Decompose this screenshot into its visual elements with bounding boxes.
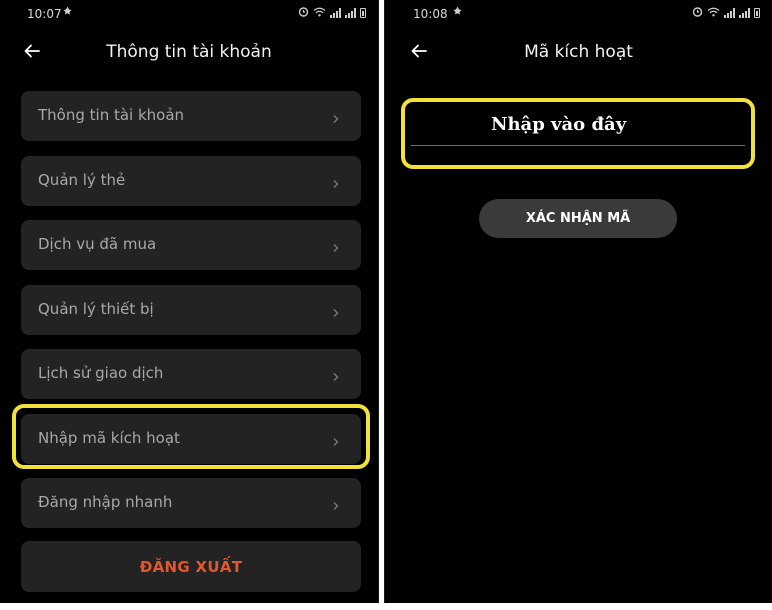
chevron-right-icon [332,497,340,510]
chevron-right-icon [332,304,340,317]
signal-icon [724,8,735,18]
account-info-screen: 10:07 Thông tin tài khoản Thông tin tài … [0,0,379,603]
logout-button[interactable]: ĐĂNG XUẤT [21,541,361,592]
notification-icon [63,6,72,20]
menu-item-quick-login[interactable]: Đăng nhập nhanh [21,478,361,528]
page-title: Thông tin tài khoản [106,42,272,62]
alarm-icon [298,6,309,20]
chevron-right-icon [332,368,340,381]
status-bar: 10:07 [0,5,378,23]
menu-item-enter-activation-code[interactable]: Nhập mã kích hoạt [21,413,361,464]
status-bar: 10:08 [385,5,772,23]
activation-code-screen: 10:08 Mã kích hoạt XÁC NHẬN MÃ [384,0,772,603]
menu-item-account-info[interactable]: Thông tin tài khoản [21,91,361,141]
status-icons [692,6,760,20]
activation-code-input[interactable] [411,110,745,146]
notification-icon [453,6,462,20]
confirm-code-button[interactable]: XÁC NHẬN MÃ [479,199,677,238]
status-time: 10:08 [413,7,448,21]
battery-icon [754,8,760,18]
signal-icon-2 [739,8,750,18]
app-header: Thông tin tài khoản [0,35,378,71]
menu-item-transaction-history[interactable]: Lịch sử giao dịch [21,349,361,399]
menu-item-label: Quản lý thẻ [38,170,126,189]
menu-item-card-management[interactable]: Quản lý thẻ [21,155,361,206]
status-time: 10:07 [27,7,62,21]
page-title: Mã kích hoạt [524,42,633,62]
chevron-right-icon [332,433,340,446]
wifi-icon [313,7,326,20]
chevron-right-icon [332,110,340,123]
menu-item-label: Quản lý thiết bị [38,299,154,318]
alarm-icon [692,6,703,20]
chevron-right-icon [332,175,340,188]
chevron-right-icon [332,239,340,252]
menu-item-label: Lịch sử giao dịch [38,364,164,382]
menu-item-purchased-services[interactable]: Dịch vụ đã mua [21,220,361,270]
menu-item-device-management[interactable]: Quản lý thiết bị [21,284,361,335]
menu-item-label: Đăng nhập nhanh [38,493,173,511]
status-icons [298,6,366,20]
signal-icon-2 [345,8,356,18]
app-header: Mã kích hoạt [385,35,772,71]
wifi-icon [707,7,720,20]
menu-item-label: Thông tin tài khoản [38,106,185,124]
battery-icon [360,8,366,18]
account-menu: Thông tin tài khoản Quản lý thẻ Dịch vụ … [21,91,361,543]
menu-item-label: Dịch vụ đã mua [38,235,157,253]
signal-icon [330,8,341,18]
menu-item-label: Nhập mã kích hoạt [38,428,180,447]
